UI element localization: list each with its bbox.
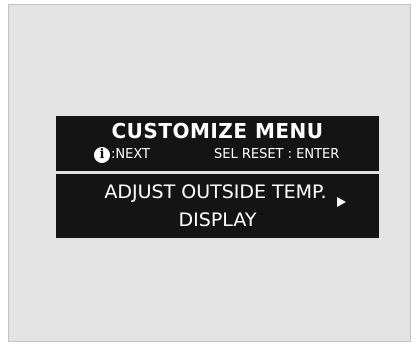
- hint-row: i :NEXT SEL RESET : ENTER: [56, 146, 379, 164]
- hint-sel-reset: SEL RESET : ENTER: [214, 147, 340, 162]
- display-screen: CUSTOMIZE MENU i :NEXT SEL RESET : ENTER…: [56, 116, 379, 238]
- menu-item-line1: ADJUST OUTSIDE TEMP.: [104, 181, 327, 203]
- right-arrow-icon[interactable]: [337, 197, 346, 207]
- panel-frame: CUSTOMIZE MENU i :NEXT SEL RESET : ENTER…: [8, 4, 411, 342]
- menu-header: CUSTOMIZE MENU i :NEXT SEL RESET : ENTER: [56, 116, 379, 171]
- menu-item-line2: DISPLAY: [178, 209, 257, 231]
- divider: [56, 171, 379, 174]
- menu-item-adjust-outside-temp[interactable]: ADJUST OUTSIDE TEMP. DISPLAY: [56, 178, 379, 236]
- hint-next: i :NEXT: [94, 146, 150, 164]
- hint-next-label: :NEXT: [111, 147, 150, 162]
- menu-title: CUSTOMIZE MENU: [111, 119, 324, 143]
- info-icon[interactable]: i: [94, 147, 110, 163]
